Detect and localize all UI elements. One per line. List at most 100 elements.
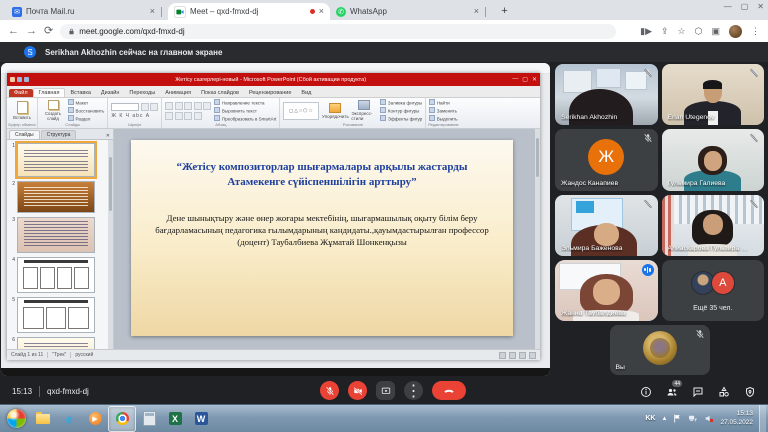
taskbar-excel-button[interactable]: X bbox=[162, 407, 188, 431]
ppt-close-icon[interactable]: ✕ bbox=[532, 76, 537, 83]
ppt-tab-slideshow[interactable]: Показ слайдов bbox=[196, 89, 244, 97]
section-button[interactable]: Раздел bbox=[68, 115, 104, 122]
maximize-icon[interactable]: ▢ bbox=[741, 2, 749, 11]
bullet-align-buttons[interactable] bbox=[165, 102, 211, 110]
select-button[interactable]: Выделить bbox=[429, 115, 457, 122]
slide-title-textbox[interactable]: “Жетісу композиторлар шығармалары арқылы… bbox=[153, 160, 491, 190]
language-indicator[interactable]: KK bbox=[645, 415, 655, 422]
present-button[interactable] bbox=[376, 381, 395, 400]
text-direction-button[interactable]: Направление текста bbox=[214, 99, 276, 106]
media-control-icon[interactable]: ▮▶ bbox=[640, 27, 652, 36]
bookmark-star-icon[interactable]: ☆ bbox=[678, 27, 686, 36]
ppt-quick-access-toolbar[interactable] bbox=[10, 77, 29, 82]
find-button[interactable]: Найти bbox=[429, 99, 457, 106]
close-icon[interactable]: ✕ bbox=[757, 2, 764, 11]
current-slide[interactable]: “Жетісу композиторлар шығармалары арқылы… bbox=[131, 140, 513, 336]
camera-toggle-button[interactable] bbox=[348, 381, 367, 400]
tray-expand-icon[interactable]: ▲ bbox=[662, 416, 668, 422]
ppt-tab-design[interactable]: Дизайн bbox=[96, 89, 125, 97]
tab-close-icon[interactable]: × bbox=[150, 7, 155, 16]
taskbar-calculator-button[interactable] bbox=[136, 407, 162, 431]
pane-tab-slides[interactable]: Слайды bbox=[9, 130, 40, 139]
new-slide-button[interactable]: Создать слайд bbox=[41, 100, 65, 121]
editor-scrollbar[interactable] bbox=[535, 129, 540, 349]
slide-thumbnail-6[interactable] bbox=[17, 337, 95, 349]
chat-icon[interactable] bbox=[692, 385, 704, 397]
arrange-button[interactable]: Упорядочить bbox=[322, 100, 348, 121]
quick-styles-button[interactable]: Экспресс-стили bbox=[351, 100, 377, 121]
ppt-tab-animations[interactable]: Анимация bbox=[160, 89, 196, 97]
slide-thumbnail-3[interactable] bbox=[17, 217, 95, 253]
share-icon[interactable]: ⇪ bbox=[661, 27, 669, 36]
tab-meet[interactable]: Meet – qxd-fmxd-dj × bbox=[168, 3, 330, 20]
layout-button[interactable]: Макет bbox=[68, 99, 104, 106]
participant-tile[interactable]: Гульмира Галиева bbox=[662, 129, 765, 190]
tab-whatsapp[interactable]: ✆ WhatsApp × bbox=[330, 3, 492, 20]
more-options-button[interactable]: ⋮ bbox=[404, 381, 423, 400]
taskbar-ie-button[interactable]: e bbox=[56, 407, 82, 431]
tab-close-icon[interactable]: × bbox=[319, 7, 324, 16]
participant-tile[interactable]: Ж Жандос Канапиев bbox=[555, 129, 658, 190]
participants-list-icon[interactable]: 44 bbox=[666, 385, 678, 397]
ppt-tab-insert[interactable]: Вставка bbox=[65, 89, 95, 97]
grow-font-button[interactable] bbox=[150, 103, 158, 111]
shape-outline-button[interactable]: Контур фигуры bbox=[380, 107, 422, 114]
ppt-tab-file[interactable]: Файл bbox=[9, 89, 33, 97]
shared-screen[interactable]: Жетісу сазгерлері-новый - Microsoft Powe… bbox=[1, 63, 550, 376]
ppt-tab-view[interactable]: Вид bbox=[296, 89, 316, 97]
meeting-details-icon[interactable] bbox=[640, 385, 652, 397]
tab-mail[interactable]: ✉ Почта Mail.ru × bbox=[6, 3, 168, 20]
taskbar-clock[interactable]: 15:13 27.05.2022 bbox=[720, 410, 753, 427]
participant-tile[interactable]: Erlan Utegenov bbox=[662, 64, 765, 125]
taskbar-word-button[interactable]: W bbox=[188, 407, 214, 431]
shape-effects-button[interactable]: Эффекты фигур bbox=[380, 115, 422, 122]
ppt-maximize-icon[interactable]: ▢ bbox=[522, 76, 528, 83]
mic-toggle-button[interactable] bbox=[320, 381, 339, 400]
shapes-gallery[interactable]: ◻△○⬠☆ bbox=[283, 102, 319, 120]
activities-icon[interactable] bbox=[718, 385, 730, 397]
status-view-controls[interactable] bbox=[499, 352, 536, 359]
minimize-icon[interactable]: — bbox=[724, 2, 732, 11]
new-tab-button[interactable]: + bbox=[498, 5, 511, 18]
more-participants-tile[interactable]: A Ещё 35 чел. bbox=[662, 260, 765, 321]
slide-body-textbox[interactable]: Дене шынықтыру және өнер жоғары мектебін… bbox=[149, 212, 495, 249]
participant-tile[interactable]: Serikhan Akhozhin bbox=[555, 64, 658, 125]
start-button[interactable] bbox=[7, 409, 26, 428]
font-size-box[interactable] bbox=[141, 103, 149, 111]
end-call-button[interactable] bbox=[432, 381, 466, 400]
self-view-tile[interactable]: Вы bbox=[610, 325, 710, 375]
url-bar[interactable]: meet.google.com/qxd-fmxd-dj bbox=[60, 24, 616, 39]
action-center-flag-icon[interactable] bbox=[673, 414, 682, 423]
paste-button[interactable]: Вставить bbox=[10, 100, 34, 121]
back-icon[interactable]: ← bbox=[8, 26, 19, 37]
shape-fill-button[interactable]: Заливка фигуры bbox=[380, 99, 422, 106]
slide-thumbnail-5[interactable] bbox=[17, 297, 95, 333]
slide-thumbnail-4[interactable] bbox=[17, 257, 95, 293]
font-name-box[interactable] bbox=[111, 103, 139, 111]
taskbar-explorer-button[interactable] bbox=[30, 407, 56, 431]
forward-icon[interactable]: → bbox=[26, 26, 37, 37]
host-controls-icon[interactable] bbox=[744, 385, 756, 397]
ppt-minimize-icon[interactable]: — bbox=[512, 76, 518, 83]
slide-thumbnail-1[interactable] bbox=[17, 143, 95, 177]
profile-avatar[interactable] bbox=[729, 25, 742, 38]
tab-close-icon[interactable]: × bbox=[474, 7, 479, 16]
align-text-button[interactable]: Выровнять текст bbox=[214, 107, 276, 114]
ppt-tab-transitions[interactable]: Переходы bbox=[124, 89, 160, 97]
taskbar-chrome-button[interactable] bbox=[108, 406, 136, 432]
taskbar-wmp-button[interactable]: ▶ bbox=[82, 407, 108, 431]
ppt-tab-review[interactable]: Рецензирование bbox=[244, 89, 296, 97]
browser-menu-icon[interactable]: ⋮ bbox=[751, 27, 760, 36]
font-style-buttons[interactable]: Ж К Ч abc А bbox=[111, 113, 150, 119]
participant-tile-speaking[interactable]: Жанна Таубалдиева bbox=[555, 260, 658, 321]
replace-button[interactable]: Заменить bbox=[429, 107, 457, 114]
thumbnails-scrollbar[interactable] bbox=[108, 140, 113, 349]
reload-icon[interactable]: ⟳ bbox=[44, 26, 53, 37]
reset-button[interactable]: Восстановить bbox=[68, 107, 104, 114]
align-buttons[interactable] bbox=[165, 112, 211, 120]
slide-thumbnail-2[interactable] bbox=[17, 181, 95, 213]
volume-icon[interactable] bbox=[704, 414, 714, 423]
network-icon[interactable] bbox=[688, 414, 698, 423]
ppt-tab-home[interactable]: Главная bbox=[33, 88, 66, 97]
show-desktop-button[interactable] bbox=[759, 405, 766, 432]
